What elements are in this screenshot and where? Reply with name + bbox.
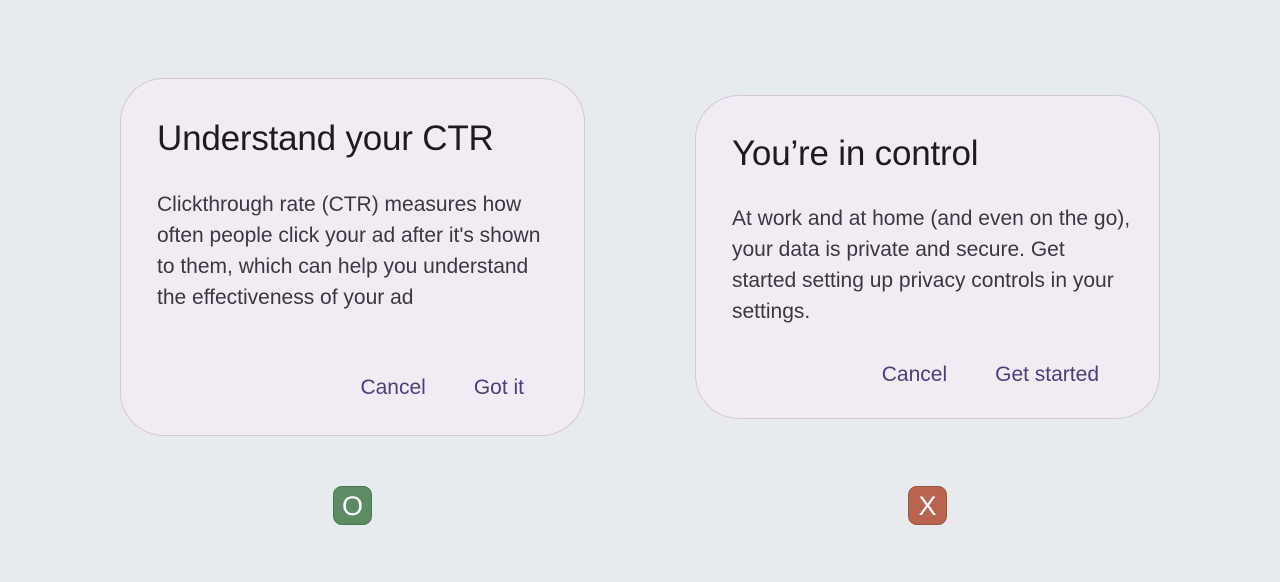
dialog-title: You’re in control bbox=[732, 134, 979, 173]
correct-marker-badge: O bbox=[333, 486, 372, 525]
got-it-button[interactable]: Got it bbox=[450, 373, 548, 403]
dialog-incorrect-example: You’re in control At work and at home (a… bbox=[695, 95, 1160, 419]
dialog-body: Clickthrough rate (CTR) measures how oft… bbox=[157, 193, 541, 309]
cancel-button[interactable]: Cancel bbox=[858, 360, 971, 390]
dialog-actions: Cancel Get started bbox=[858, 360, 1123, 390]
dialog-actions: Cancel Got it bbox=[336, 373, 548, 403]
dialog-correct-example: Understand your CTR Clickthrough rate (C… bbox=[120, 78, 585, 436]
get-started-button[interactable]: Get started bbox=[971, 360, 1123, 390]
dialog-title: Understand your CTR bbox=[157, 119, 494, 158]
dialog-body: At work and at home (and even on the go)… bbox=[732, 207, 1131, 323]
incorrect-marker-badge: X bbox=[908, 486, 947, 525]
cancel-button[interactable]: Cancel bbox=[336, 373, 449, 403]
